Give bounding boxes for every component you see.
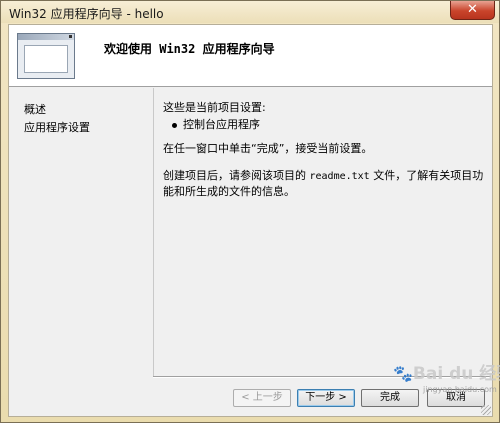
icon-close-dot — [69, 35, 72, 38]
window-title: Win32 应用程序向导 - hello — [9, 7, 164, 21]
wizard-client-area: 欢迎使用 Win32 应用程序向导 概述 应用程序设置 这些是当前项目设置: 控… — [8, 24, 493, 417]
next-button[interactable]: 下一步 > — [297, 389, 355, 407]
bullet-dot-icon — [172, 122, 177, 128]
button-divider — [153, 376, 491, 378]
bullet-text: 控制台应用程序 — [183, 118, 260, 131]
page-title: 欢迎使用 Win32 应用程序向导 — [104, 42, 275, 56]
finish-button[interactable]: 完成 — [361, 389, 419, 407]
close-icon: ✕ — [467, 2, 478, 17]
settings-bullet: 控制台应用程序 — [172, 116, 260, 132]
readme-hint-text: 创建项目后，请参阅该项目的 readme.txt 文件，了解有关项目功能和所生成… — [163, 168, 493, 199]
prev-button[interactable]: < 上一步 — [233, 389, 291, 407]
wizard-header: 欢迎使用 Win32 应用程序向导 — [9, 25, 492, 87]
wizard-nav: 概述 应用程序设置 — [9, 88, 151, 416]
resize-grip[interactable] — [481, 405, 491, 415]
settings-intro-text: 这些是当前项目设置: — [163, 101, 266, 114]
wizard-window-icon — [17, 33, 75, 79]
readme-hint-part1: 创建项目后，请参阅该项目的 — [163, 169, 310, 182]
close-button[interactable]: ✕ — [450, 1, 495, 20]
overview-panel: 这些是当前项目设置: 控制台应用程序 在任一窗口中单击“完成”，接受当前设置。 … — [153, 88, 483, 376]
wizard-window: Win32 应用程序向导 - hello ✕ 欢迎使用 Win32 应用程序向导… — [0, 0, 500, 423]
title-bar[interactable]: Win32 应用程序向导 - hello ✕ — [1, 1, 499, 23]
cancel-button[interactable]: 取消 — [427, 389, 485, 407]
nav-item-overview[interactable]: 概述 — [24, 101, 46, 117]
nav-item-app-settings[interactable]: 应用程序设置 — [24, 119, 90, 135]
icon-titlebar — [18, 34, 74, 40]
icon-content — [24, 45, 68, 73]
readme-filename: readme.txt — [309, 171, 370, 182]
finish-hint-text: 在任一窗口中单击“完成”，接受当前设置。 — [163, 142, 373, 155]
